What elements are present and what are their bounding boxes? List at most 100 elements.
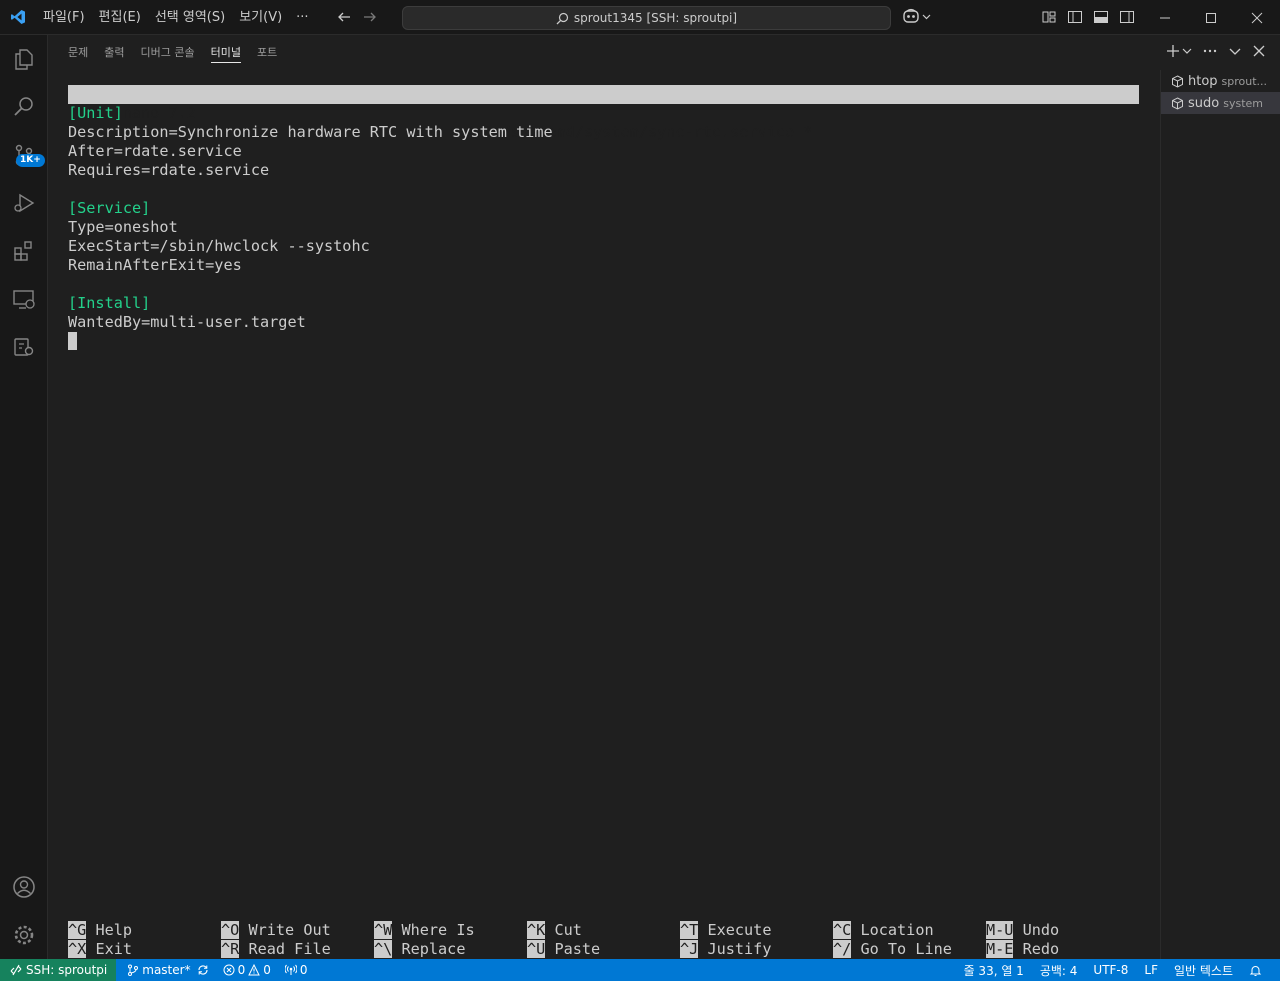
- terminal-icon: [1171, 74, 1184, 88]
- shortcut-key: M-E: [986, 940, 1014, 958]
- copilot-button[interactable]: [902, 8, 931, 24]
- config-line: ExecStart=/sbin/hwclock --systohc: [68, 237, 370, 255]
- copilot-icon: [902, 8, 920, 24]
- nano-shortcut: ^U Paste: [527, 940, 600, 959]
- terminal-list-item[interactable]: sudo system: [1161, 92, 1280, 114]
- vscode-logo-icon: [0, 0, 35, 35]
- config-line: Type=oneshot: [68, 218, 178, 236]
- shortcut-label: Cut: [554, 921, 582, 939]
- more-actions-icon[interactable]: [1202, 44, 1218, 58]
- indentation[interactable]: 공백: 4: [1032, 959, 1086, 981]
- chevron-down-icon: [922, 12, 931, 21]
- terminal-icon: [1171, 96, 1184, 110]
- containers-icon[interactable]: [0, 323, 48, 371]
- nano-shortcut: M-U Undo: [986, 921, 1059, 940]
- explorer-icon[interactable]: [0, 35, 48, 83]
- shortcut-label: Read File: [248, 940, 331, 958]
- ports-count: 0: [299, 963, 308, 977]
- branch-indicator[interactable]: master*: [122, 959, 213, 981]
- run-debug-icon[interactable]: [0, 179, 48, 227]
- remote-explorer-icon[interactable]: [0, 275, 48, 323]
- layout-controls: [1041, 9, 1135, 25]
- shortcut-label: Location: [860, 921, 934, 939]
- nano-shortcut: ^/ Go To Line: [833, 940, 952, 959]
- terminal-list-item[interactable]: htop sprout...: [1161, 70, 1280, 92]
- status-bar: SSH: sproutpi master* 0 0 0 줄 33, 열 1 공백…: [0, 959, 1280, 981]
- config-line: Requires=rdate.service: [68, 161, 270, 179]
- menu-edit[interactable]: 편집(E): [92, 0, 148, 35]
- account-icon[interactable]: [0, 863, 48, 911]
- close-panel-icon[interactable]: [1252, 44, 1266, 58]
- close-icon[interactable]: [1234, 0, 1280, 35]
- config-line: WantedBy=multi-user.target: [68, 313, 306, 331]
- shortcut-key: ^/: [833, 940, 852, 958]
- nano-shortcut: ^X Exit: [68, 940, 132, 959]
- shortcut-key: ^U: [527, 940, 546, 958]
- new-terminal-icon[interactable]: [1166, 44, 1180, 58]
- shortcut-key: ^K: [527, 921, 546, 939]
- tab-output[interactable]: 출력: [104, 35, 124, 70]
- warning-icon: [248, 964, 261, 976]
- menu-file[interactable]: 파일(F): [36, 0, 92, 35]
- nano-shortcut: M-E Redo: [986, 940, 1059, 959]
- shortcut-key: ^W: [374, 921, 393, 939]
- maximize-panel-icon[interactable]: [1228, 44, 1242, 58]
- language-mode[interactable]: 일반 텍스트: [1166, 959, 1241, 981]
- git-branch-icon: [127, 964, 139, 976]
- toggle-panel-icon[interactable]: [1093, 9, 1109, 25]
- source-control-badge: 1K+: [16, 154, 45, 167]
- tab-terminal[interactable]: 터미널: [210, 35, 242, 70]
- menu-more[interactable]: ···: [289, 0, 315, 35]
- maximize-icon[interactable]: [1188, 0, 1234, 35]
- chevron-down-icon[interactable]: [1182, 46, 1192, 56]
- nano-shortcut-bar: ^G Help ^X Exit ^O Write Out ^R Read File ^W…: [68, 921, 1140, 959]
- nano-shortcut: ^T Execute: [680, 921, 771, 940]
- menu-selection[interactable]: 선택 영역(S): [148, 0, 232, 35]
- ports-indicator[interactable]: 0: [280, 959, 313, 981]
- section-header-line: [Service]: [68, 199, 151, 217]
- text-cursor: [68, 332, 77, 350]
- toggle-secondary-sidebar-icon[interactable]: [1119, 9, 1135, 25]
- back-arrow-icon[interactable]: [336, 9, 352, 25]
- activity-bar: 1K+: [0, 35, 48, 959]
- cursor-position[interactable]: 줄 33, 열 1: [956, 959, 1032, 981]
- remote-label: SSH: sproutpi: [26, 963, 108, 977]
- shortcut-key: ^T: [680, 921, 699, 939]
- toggle-primary-sidebar-icon[interactable]: [1067, 9, 1083, 25]
- shortcut-key: ^X: [68, 940, 87, 958]
- shortcut-key: ^\: [374, 940, 393, 958]
- command-center[interactable]: sprout1345 [SSH: sproutpi]: [402, 6, 891, 30]
- terminal-view[interactable]: GNU nano 7.2 /etc/systemd/system/sync-rt…: [68, 85, 1140, 959]
- terminal-name: htop: [1188, 73, 1218, 89]
- tab-ports[interactable]: 포트: [257, 35, 277, 70]
- shortcut-key: ^C: [833, 921, 852, 939]
- tab-problems[interactable]: 문제: [68, 35, 88, 70]
- encoding[interactable]: UTF-8: [1085, 959, 1136, 981]
- broadcast-icon: [284, 964, 297, 976]
- config-line: RemainAfterExit=yes: [68, 256, 242, 274]
- nano-shortcut: ^R Read File: [221, 940, 331, 959]
- gear-icon[interactable]: [0, 911, 48, 959]
- extensions-icon[interactable]: [0, 227, 48, 275]
- menu-view[interactable]: 보기(V): [232, 0, 289, 35]
- forward-arrow-icon[interactable]: [362, 9, 378, 25]
- remote-indicator[interactable]: SSH: sproutpi: [0, 959, 117, 981]
- nano-shortcut: ^G Help: [68, 921, 132, 940]
- customize-layout-icon[interactable]: [1041, 9, 1057, 25]
- nano-header: GNU nano 7.2 /etc/systemd/system/sync-rt…: [68, 85, 1139, 141]
- terminal-description: system: [1223, 96, 1263, 110]
- search-icon[interactable]: [0, 83, 48, 131]
- line-ending[interactable]: LF: [1136, 959, 1166, 981]
- tab-debug-console[interactable]: 디버그 콘솔: [141, 35, 195, 70]
- shortcut-label: Redo: [1022, 940, 1060, 958]
- shortcut-key: ^J: [680, 940, 699, 958]
- shortcut-key: ^G: [68, 921, 87, 939]
- minimize-icon[interactable]: [1142, 0, 1188, 35]
- problems-indicator[interactable]: 0 0: [218, 959, 276, 981]
- shortcut-label: Help: [95, 921, 133, 939]
- shortcut-label: Execute: [707, 921, 772, 939]
- config-line: Description=Synchronize hardware RTC wit…: [68, 123, 553, 141]
- status-right: 줄 33, 열 1 공백: 4 UTF-8 LF 일반 텍스트: [956, 959, 1270, 981]
- bell-icon[interactable]: [1241, 959, 1270, 981]
- terminal-description: sprout...: [1221, 74, 1268, 88]
